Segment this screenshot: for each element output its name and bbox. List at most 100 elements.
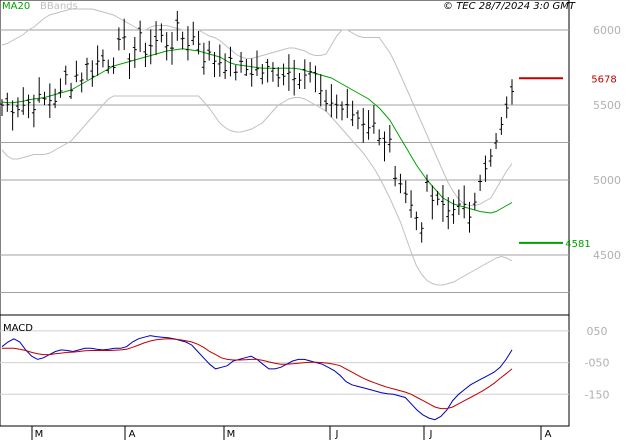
ohlc-bar [340, 101, 344, 121]
ohlc-bar [239, 51, 244, 73]
ohlc-bar [510, 79, 514, 105]
ohlc-bar [494, 133, 499, 149]
ohlc-bar [260, 64, 265, 85]
ohlc-bar [403, 180, 408, 204]
ohlc-bar [456, 189, 461, 216]
ohlc-bar [249, 58, 254, 87]
ohlc-bar [488, 148, 493, 167]
ohlc-bar [244, 59, 249, 76]
ohlc-bar [148, 29, 153, 65]
ohlc-bar [100, 49, 105, 68]
month-label: J [335, 429, 339, 440]
ohlc-bar [387, 124, 392, 153]
ohlc-bar [233, 65, 238, 81]
ohlc-bar [467, 201, 472, 233]
bbands-legend: BBands [40, 1, 78, 12]
signal-polyline [2, 338, 513, 410]
ohlc-bar [265, 58, 270, 83]
ohlc-bar [106, 59, 111, 74]
axis-labels: 6000 5500 5000 4500 050 -050 -150 M A M J J A [31, 24, 621, 440]
month-label: M [227, 429, 236, 440]
ohlc-bar [185, 26, 190, 61]
ohlc-bar [329, 84, 334, 118]
ohlc-bar [462, 185, 467, 219]
ohlc-bar [159, 23, 164, 43]
ohlc-bar [361, 108, 366, 143]
ohlc-bar [440, 184, 445, 222]
ohlc-bar [79, 72, 84, 93]
stock-chart: 5678 4581 6000 5500 5000 4500 050 -050 -150 M A M J… [0, 0, 621, 440]
price-tick-label: 5000 [593, 174, 621, 187]
ohlc-bar [483, 155, 488, 182]
macd-tick-label: 050 [587, 325, 608, 338]
month-label: A [129, 429, 136, 440]
price-panel-frame [0, 0, 570, 316]
price-tick-label: 6000 [593, 24, 621, 37]
support-label: 4581 [565, 239, 590, 250]
ohlc-bar [255, 50, 259, 77]
ohlc-bar [472, 192, 477, 210]
ohlc-bar [382, 131, 387, 162]
ohlc-bar [116, 27, 121, 51]
ohlc-bar [324, 89, 329, 112]
price-tick-label: 4500 [593, 249, 621, 262]
month-label: A [545, 429, 552, 440]
ohlc-bars [0, 10, 514, 243]
chart-stage: 5678 4581 6000 5500 5000 4500 050 -050 -150 M A M J… [0, 0, 627, 440]
ohlc-bar [223, 53, 228, 79]
macd-title: MACD [3, 323, 33, 334]
ohlc-bar [398, 173, 403, 194]
ohlc-bar [90, 60, 95, 87]
ohlc-bar [175, 10, 180, 41]
ohlc-bar [191, 21, 196, 46]
ohlc-bar [430, 185, 435, 220]
ohlc-bar [201, 42, 206, 75]
ohlc-bar [74, 60, 79, 83]
ohlc-bar [15, 97, 20, 118]
macd-tick-label: -050 [585, 357, 610, 370]
ohlc-bar [334, 94, 339, 119]
ohlc-bar [499, 116, 504, 135]
ohlc-bar [350, 100, 355, 127]
ohlc-bar [0, 99, 4, 117]
ohlc-bar [292, 59, 297, 96]
macd-tick-label: -150 [585, 388, 610, 401]
ohlc-bar [302, 59, 307, 90]
ohlc-bar [127, 53, 132, 80]
ohlc-bar [297, 72, 302, 89]
ohlc-bar [42, 91, 47, 106]
ohlc-bar [345, 88, 350, 119]
ohlc-bar [85, 57, 89, 81]
ma20-legend: MA20 [2, 1, 30, 12]
ohlc-bar [47, 83, 52, 118]
ohlc-bar [366, 110, 371, 140]
ohlc-bar [318, 74, 323, 107]
bband-lower [1, 95, 513, 286]
ohlc-bar [419, 222, 424, 243]
ohlc-bar [371, 105, 376, 134]
ohlc-bar [122, 18, 127, 51]
ohlc-bar [132, 36, 137, 68]
ohlc-bar [207, 40, 212, 61]
ohlc-bar [170, 32, 174, 65]
chart-credit: © TEC 28/7/2024 3:0 GMT [443, 1, 576, 12]
ohlc-bar [143, 42, 148, 68]
price-tick-label: 5500 [593, 99, 621, 112]
ohlc-bar [58, 78, 63, 98]
ohlc-bar [281, 63, 286, 86]
ohlc-bar [270, 62, 275, 82]
ohlc-bar [414, 211, 419, 231]
ohlc-bar [63, 65, 68, 85]
ohlc-bar [95, 45, 100, 76]
ohlc-bar [355, 110, 360, 130]
ohlc-bar [138, 20, 143, 52]
month-label: J [429, 429, 433, 440]
ohlc-bar [164, 32, 169, 61]
macd-lines [1, 335, 513, 421]
ohlc-bar [504, 96, 509, 119]
ohlc-bar [313, 65, 318, 93]
ohlc-bar [393, 166, 398, 187]
bband-upper [1, 8, 513, 206]
macd-panel-frame [0, 314, 570, 427]
ohlc-bar [409, 190, 414, 218]
